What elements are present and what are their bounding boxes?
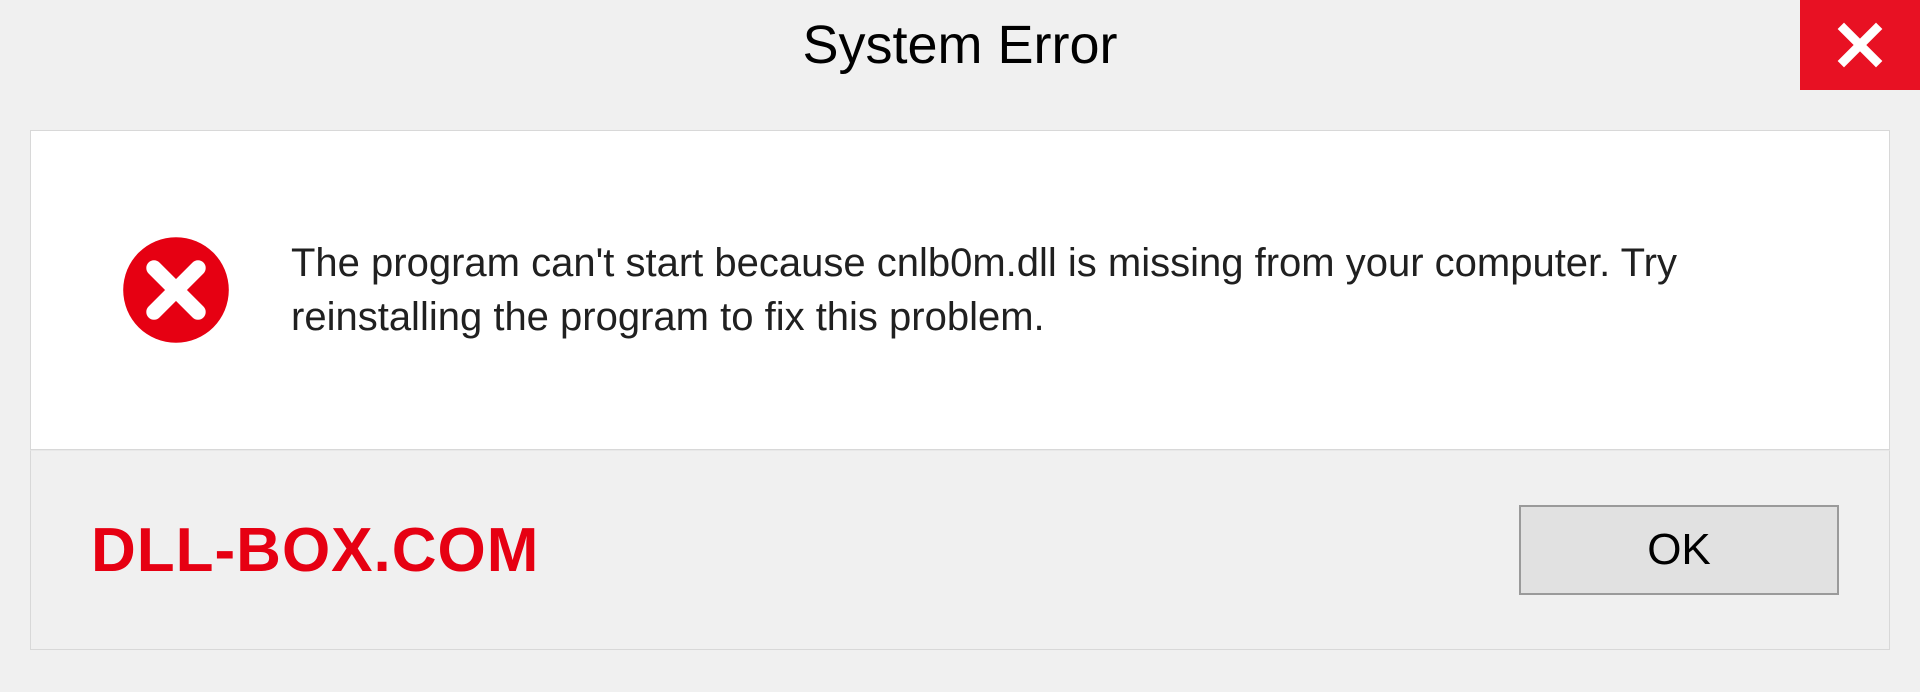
error-message: The program can't start because cnlb0m.d… <box>291 236 1829 344</box>
ok-button-label: OK <box>1647 525 1711 575</box>
error-icon <box>121 235 231 345</box>
content-panel: The program can't start because cnlb0m.d… <box>30 130 1890 450</box>
system-error-dialog: System Error The program can't start bec… <box>0 0 1920 692</box>
dialog-footer: DLL-BOX.COM OK <box>30 450 1890 650</box>
dialog-title: System Error <box>802 14 1117 76</box>
ok-button[interactable]: OK <box>1519 505 1839 595</box>
close-icon <box>1836 21 1884 69</box>
watermark-text: DLL-BOX.COM <box>91 515 539 586</box>
close-button[interactable] <box>1800 0 1920 90</box>
titlebar: System Error <box>0 0 1920 100</box>
